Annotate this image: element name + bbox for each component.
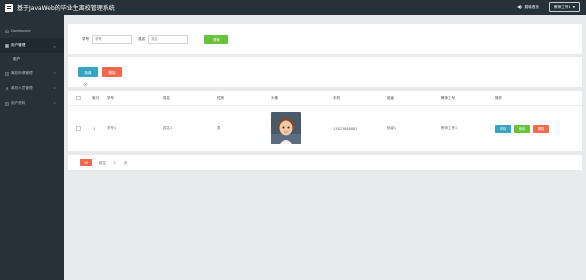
user-name: 教师工号1 bbox=[554, 4, 571, 9]
name-label: 姓名 bbox=[138, 36, 146, 41]
document-icon bbox=[5, 71, 9, 76]
grid-icon bbox=[5, 43, 9, 48]
home-link-label: 跳转首页 bbox=[524, 4, 540, 9]
sidebar-item-leaving-staff[interactable]: 离校人员管理 ﹀ bbox=[0, 81, 64, 96]
sidebar-subitem-label: 用户 bbox=[13, 57, 21, 61]
goto-label: 前往 bbox=[99, 161, 106, 165]
cell-phone: 13823888881 bbox=[333, 126, 358, 131]
column-header: 手机 bbox=[333, 95, 340, 100]
sidebar-item-user-management[interactable]: 用户管理 ︿ bbox=[0, 38, 64, 53]
chevron-up-icon: ︿ bbox=[52, 43, 56, 48]
page-unit-label: 页 bbox=[123, 161, 128, 165]
caret-down-icon: ▼ bbox=[572, 5, 575, 9]
row-checkbox[interactable] bbox=[76, 126, 81, 131]
table-row: 1 学号1 姓名1 男 13823888881 班级1 教师工号1 详情 修改 … bbox=[68, 106, 582, 151]
cell-student-no: 学号1 bbox=[107, 126, 117, 130]
menu-icon[interactable] bbox=[5, 3, 13, 12]
data-table: 索引 学号 姓名 性别 头像 手机 班级 教师工号 操作 1 学号1 姓名1 男 bbox=[68, 91, 582, 151]
home-link[interactable]: 跳转首页 bbox=[517, 4, 539, 10]
row-delete-button[interactable]: 删除 bbox=[533, 124, 549, 133]
sidebar-item-label: 用户资料 bbox=[11, 101, 26, 105]
speaker-icon bbox=[517, 4, 522, 10]
sidebar-item-label: 离校申请管理 bbox=[11, 71, 33, 75]
cell-name: 姓名1 bbox=[163, 126, 173, 130]
chevron-down-icon: ﹀ bbox=[52, 86, 56, 91]
sidebar-subitem-users[interactable]: 用户 bbox=[0, 53, 64, 66]
column-header: 学号 bbox=[107, 95, 114, 100]
profile-icon bbox=[5, 101, 9, 106]
add-button[interactable]: 新增 bbox=[78, 67, 98, 77]
column-header: 教师工号 bbox=[441, 95, 455, 100]
page-size-select[interactable]: 10 bbox=[80, 159, 92, 166]
action-panel: 新增 删除 bbox=[68, 57, 582, 87]
chevron-down-icon: ﹀ bbox=[52, 101, 56, 106]
avatar bbox=[271, 112, 301, 144]
search-panel: 学号 姓名 搜索 bbox=[68, 24, 582, 54]
sidebar-item-label: Dashboard bbox=[11, 28, 31, 33]
avatar-image bbox=[271, 112, 301, 144]
table-header: 索引 学号 姓名 性别 头像 手机 班级 教师工号 操作 bbox=[68, 91, 582, 106]
cell-gender: 男 bbox=[217, 126, 221, 130]
people-icon bbox=[5, 86, 9, 91]
mouse-cursor-icon bbox=[83, 82, 88, 87]
top-right-area: 跳转首页 教师工号1 ▼ bbox=[517, 2, 580, 12]
sidebar-item-label: 离校人员管理 bbox=[11, 86, 33, 90]
cell-index: 1 bbox=[93, 126, 96, 131]
search-button[interactable]: 搜索 bbox=[204, 34, 229, 44]
column-header: 姓名 bbox=[163, 95, 170, 100]
column-header: 操作 bbox=[495, 95, 502, 100]
column-header: 索引 bbox=[92, 95, 99, 100]
detail-button[interactable]: 详情 bbox=[495, 124, 511, 133]
sidebar: Dashboard 用户管理 ︿ 用户 离校申请管理 ﹀ 离校人员管理 ﹀ 用户… bbox=[0, 15, 64, 280]
main-content: 学号 姓名 搜索 新增 删除 索引 学号 姓名 性别 头像 手机 班级 教师工号… bbox=[64, 15, 586, 280]
user-menu-button[interactable]: 教师工号1 ▼ bbox=[549, 2, 580, 12]
column-header: 性别 bbox=[217, 95, 224, 100]
home-icon bbox=[5, 28, 9, 33]
sidebar-item-label: 用户管理 bbox=[11, 43, 26, 47]
cell-class: 班级1 bbox=[387, 126, 397, 130]
column-header: 头像 bbox=[271, 95, 278, 100]
student-no-label: 学号 bbox=[82, 36, 90, 41]
column-header: 班级 bbox=[387, 95, 394, 100]
chevron-down-icon: ﹀ bbox=[52, 71, 56, 76]
cell-teacher-no: 教师工号1 bbox=[441, 126, 458, 130]
app-title: 基于JavaWeb的毕业生离校管理系统 bbox=[17, 5, 115, 12]
edit-button[interactable]: 修改 bbox=[514, 124, 530, 133]
sidebar-item-dashboard[interactable]: Dashboard bbox=[0, 23, 64, 38]
pagination: 10 前往 1 页 bbox=[68, 155, 582, 170]
name-input[interactable] bbox=[148, 34, 189, 44]
sidebar-item-profile[interactable]: 用户资料 ﹀ bbox=[0, 96, 64, 111]
student-no-input[interactable] bbox=[92, 34, 133, 44]
select-all-checkbox[interactable] bbox=[76, 95, 81, 101]
page-number-input[interactable]: 1 bbox=[114, 161, 116, 165]
delete-button[interactable]: 删除 bbox=[102, 67, 122, 77]
top-bar: 基于JavaWeb的毕业生离校管理系统 跳转首页 教师工号1 ▼ bbox=[0, 0, 586, 15]
sidebar-item-leave-application[interactable]: 离校申请管理 ﹀ bbox=[0, 66, 64, 81]
